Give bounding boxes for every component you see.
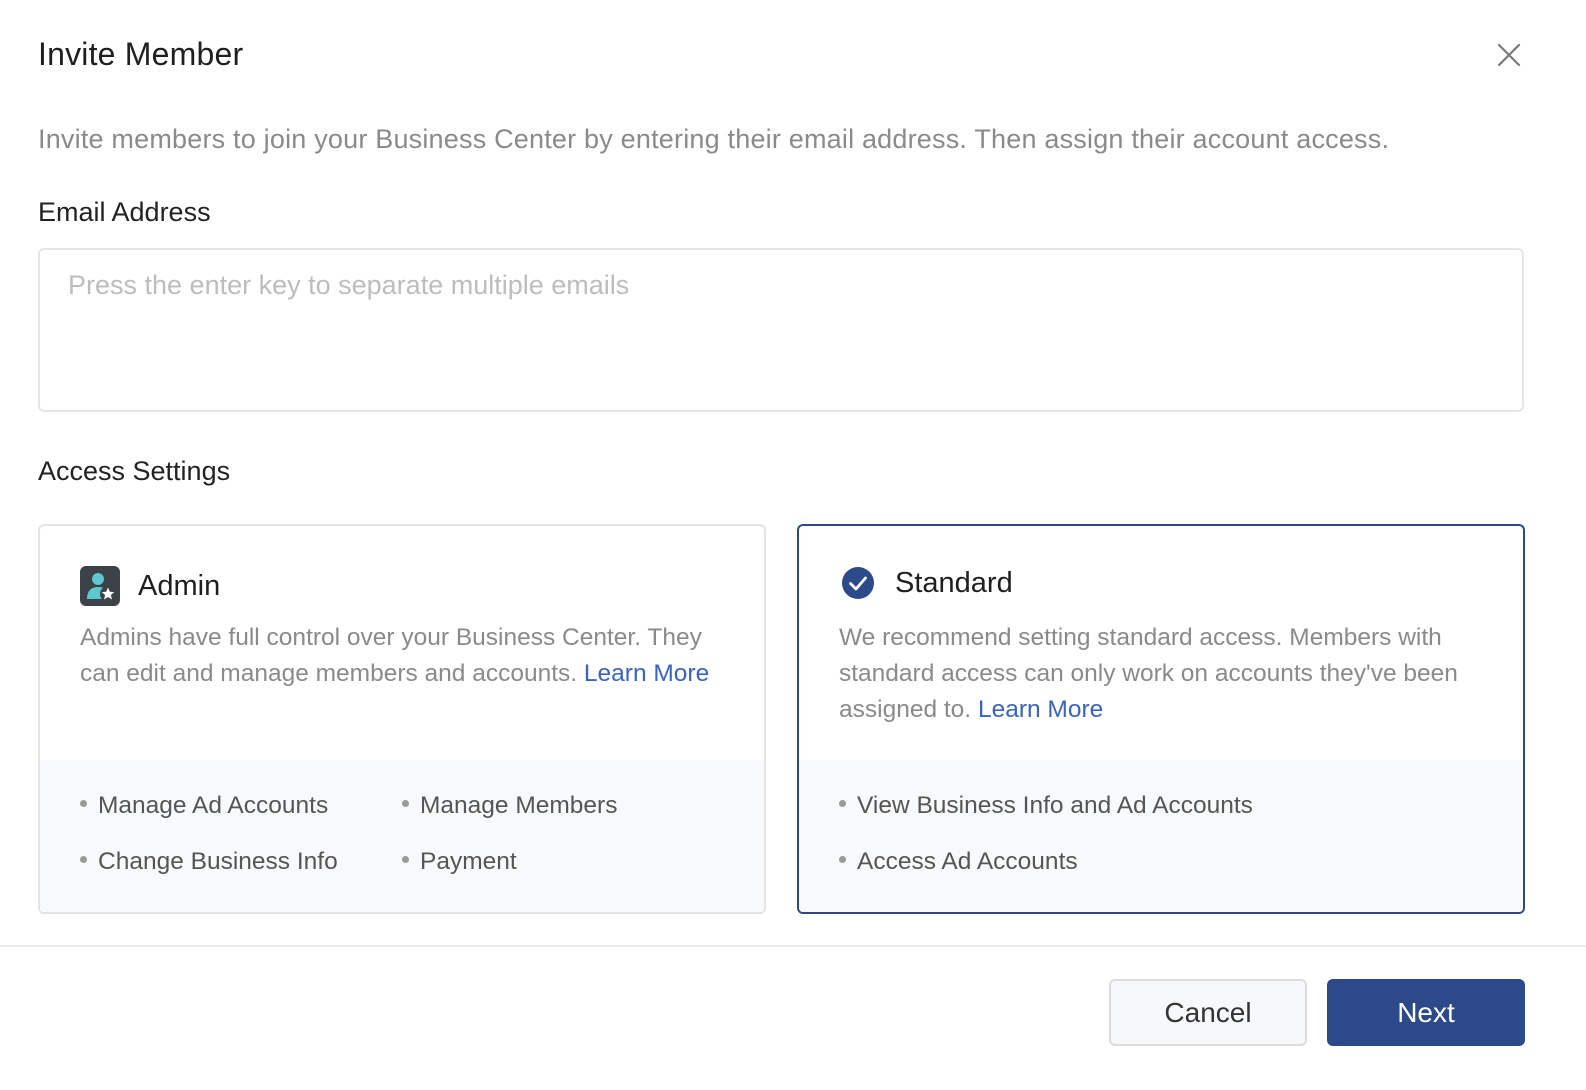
permission-item: View Business Info and Ad Accounts (839, 792, 1253, 820)
email-input-box (38, 248, 1524, 412)
standard-description-text: We recommend setting standard access. Me… (839, 624, 1458, 723)
admin-card-header: Admin (80, 566, 220, 606)
permission-item: Access Ad Accounts (839, 848, 1078, 876)
check-circle-icon (841, 566, 875, 600)
close-icon[interactable] (1492, 38, 1526, 72)
standard-access-card[interactable]: Standard We recommend setting standard a… (797, 524, 1525, 914)
permission-item: Payment (402, 848, 517, 876)
permission-item: Manage Ad Accounts (80, 792, 328, 820)
standard-permissions-list: View Business Info and Ad Accounts Acces… (799, 760, 1523, 912)
email-input[interactable] (40, 250, 1522, 410)
admin-card-description: Admins have full control over your Busin… (80, 620, 730, 692)
email-address-label: Email Address (38, 197, 211, 227)
standard-card-header: Standard (839, 566, 1013, 600)
standard-card-title: Standard (895, 566, 1013, 599)
standard-learn-more-link[interactable]: Learn More (978, 696, 1103, 723)
footer-divider (0, 945, 1586, 947)
admin-learn-more-link[interactable]: Learn More (584, 660, 709, 687)
admin-card-title: Admin (138, 569, 221, 602)
cancel-button[interactable]: Cancel (1109, 979, 1307, 1046)
access-settings-label: Access Settings (38, 456, 231, 486)
admin-user-star-icon (80, 566, 120, 606)
admin-access-card[interactable]: Admin Admins have full control over your… (38, 524, 766, 914)
dialog-title: Invite Member (38, 36, 244, 72)
dialog-intro-text: Invite members to join your Business Cen… (38, 124, 1390, 154)
permission-item: Change Business Info (80, 848, 338, 876)
standard-card-description: We recommend setting standard access. Me… (839, 620, 1499, 728)
admin-permissions-list: Manage Ad Accounts Manage Members Change… (40, 760, 764, 912)
next-button[interactable]: Next (1327, 979, 1525, 1046)
invite-member-dialog: Invite Member Invite members to join you… (0, 0, 1586, 1090)
permission-item: Manage Members (402, 792, 617, 820)
